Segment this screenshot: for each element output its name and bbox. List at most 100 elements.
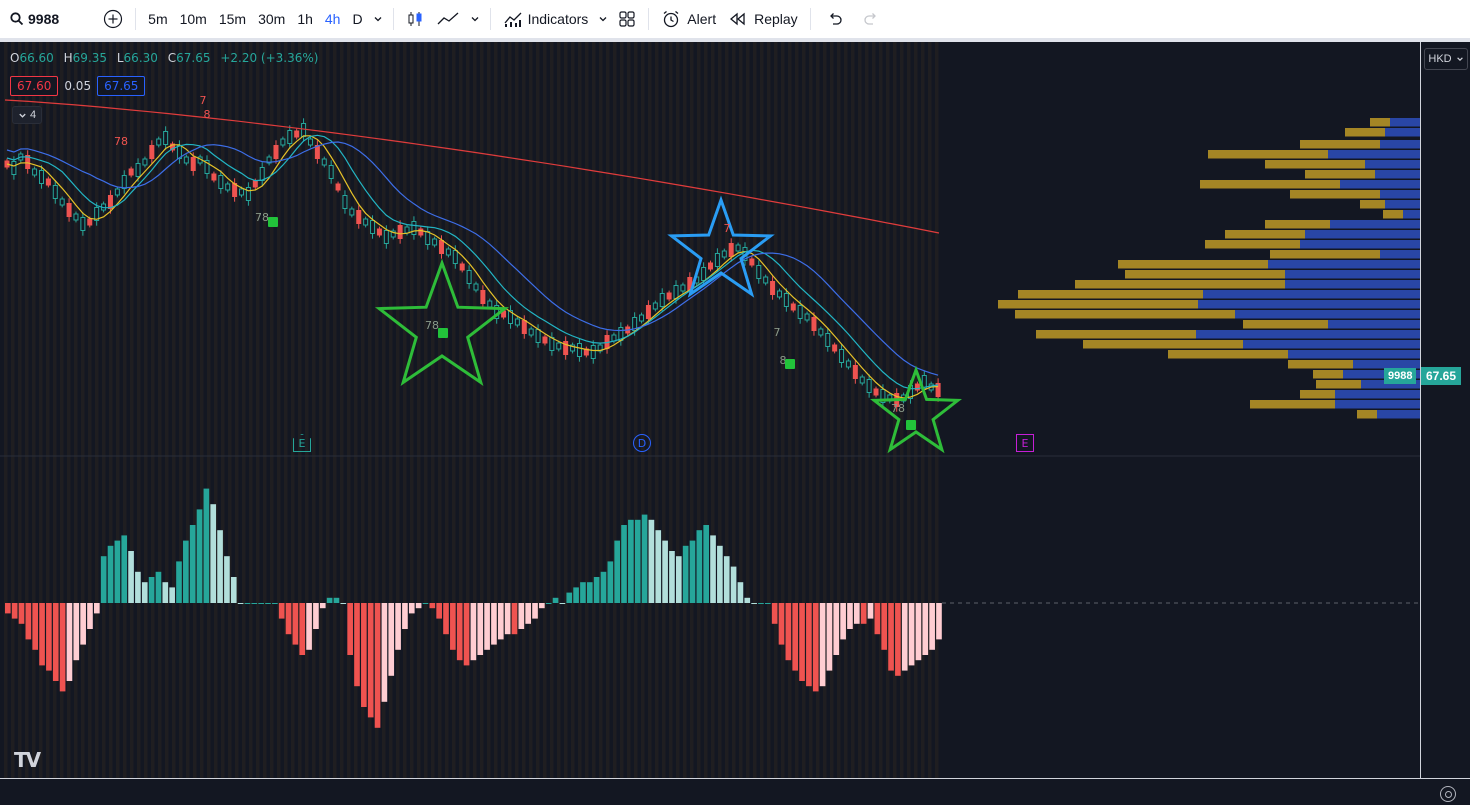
- candle-up: [797, 305, 803, 319]
- layout-button[interactable]: [612, 0, 642, 38]
- session-stripe: [116, 42, 120, 778]
- settings-icon[interactable]: [1440, 786, 1456, 802]
- histogram-bar: [251, 603, 258, 604]
- session-stripe: [641, 42, 645, 778]
- session-stripe: [144, 42, 148, 778]
- histogram-bar: [333, 597, 340, 603]
- high-label: H: [63, 51, 73, 65]
- histogram-bar: [634, 519, 641, 603]
- histogram-bar: [388, 603, 395, 676]
- histogram-bar: [593, 577, 600, 603]
- session-stripe: [914, 42, 918, 778]
- candle-up: [301, 123, 307, 137]
- candle-down: [439, 240, 445, 254]
- currency-selector[interactable]: HKD: [1424, 48, 1468, 70]
- tradingview-logo[interactable]: TV: [14, 748, 41, 772]
- candle-down: [459, 263, 465, 271]
- line-style-button[interactable]: [430, 0, 466, 38]
- candle-up: [183, 156, 189, 164]
- add-circle-icon: [104, 9, 123, 29]
- interval-15m[interactable]: 15m: [213, 11, 252, 27]
- candle-up: [342, 195, 348, 209]
- histogram-bar: [422, 603, 429, 604]
- interval-30m[interactable]: 30m: [252, 11, 291, 27]
- histogram-bar: [847, 603, 853, 629]
- histogram-bar: [744, 597, 751, 603]
- redo-button[interactable]: [853, 0, 889, 38]
- histogram-bar: [306, 603, 312, 650]
- candle-down: [873, 388, 879, 396]
- candles-style-button[interactable]: [400, 0, 430, 38]
- histogram-bar: [272, 603, 278, 604]
- toolbar-divider: [135, 8, 137, 30]
- histogram-bar: [751, 603, 757, 604]
- undo-button[interactable]: [817, 0, 853, 38]
- dividend-event-marker[interactable]: D: [633, 434, 651, 452]
- indicators-button[interactable]: Indicators: [497, 0, 595, 38]
- candle-up: [59, 198, 65, 206]
- candle-up: [425, 231, 431, 245]
- histogram-bar: [929, 603, 935, 650]
- compare-button[interactable]: [97, 0, 129, 38]
- session-stripe: [445, 42, 449, 778]
- replay-label: Replay: [754, 11, 798, 27]
- indicators-dropdown[interactable]: [594, 0, 612, 38]
- candle-up: [287, 130, 293, 144]
- session-stripe: [256, 42, 260, 778]
- session-stripe: [494, 42, 498, 778]
- volume-profile-bar-buy: [1285, 280, 1420, 289]
- candle-down: [294, 130, 300, 138]
- histogram-bar: [730, 566, 737, 603]
- chevron-down-icon: [471, 17, 479, 22]
- candle-up: [776, 290, 782, 298]
- candle-down: [128, 168, 134, 176]
- histogram-bar: [244, 603, 251, 604]
- interval-d[interactable]: D: [346, 11, 368, 27]
- chart-type-dropdown[interactable]: [466, 0, 484, 38]
- session-stripe: [221, 42, 225, 778]
- histogram-bar: [456, 603, 463, 661]
- alert-label: Alert: [687, 11, 717, 27]
- session-stripe: [774, 42, 778, 778]
- session-stripe: [676, 42, 680, 778]
- session-stripe: [438, 42, 442, 778]
- interval-4h[interactable]: 4h: [319, 11, 347, 27]
- sell-price-button[interactable]: 67.60: [10, 76, 59, 96]
- candles-icon: [408, 12, 422, 26]
- chart-canvas[interactable]: 7878787877878: [0, 42, 1470, 805]
- candle-down: [749, 258, 755, 266]
- interval-1h[interactable]: 1h: [291, 11, 319, 27]
- session-stripe: [137, 42, 141, 778]
- td-count-label: 7: [774, 326, 781, 339]
- buy-price-button[interactable]: 67.65: [97, 76, 146, 96]
- candle-up: [783, 293, 789, 307]
- histogram-bar: [196, 509, 203, 603]
- candle-up: [411, 221, 417, 235]
- indicator-collapse-button[interactable]: 4: [12, 106, 42, 124]
- volume-profile-bar-sell: [1243, 320, 1328, 329]
- candle-up: [680, 284, 686, 292]
- volume-profile-bar-buy: [1340, 180, 1420, 189]
- volume-profile-bar-buy: [1380, 190, 1420, 199]
- symbol-search[interactable]: 9988: [0, 0, 65, 38]
- interval-5m[interactable]: 5m: [142, 11, 173, 27]
- histogram-bar: [217, 530, 223, 603]
- earnings-upcoming-marker[interactable]: E: [1016, 434, 1034, 452]
- volume-profile-bar-sell: [1018, 290, 1203, 299]
- session-stripe: [158, 42, 162, 778]
- session-stripe: [452, 42, 456, 778]
- interval-10m[interactable]: 10m: [174, 11, 213, 27]
- candle-up: [370, 220, 376, 234]
- histogram-bar: [504, 603, 511, 635]
- chart-area[interactable]: 78 7 8 78 78 7 7 8 78 O66.60 H69.35 L66.30 C67.6…: [0, 42, 1470, 805]
- replay-button[interactable]: Replay: [722, 0, 804, 38]
- interval-dropdown[interactable]: [369, 0, 387, 38]
- histogram-bar: [326, 597, 333, 603]
- histogram-bar: [258, 603, 264, 604]
- candle-down: [728, 243, 734, 257]
- alert-button[interactable]: Alert: [655, 0, 722, 38]
- volume-profile-bar-buy: [1390, 118, 1420, 127]
- candle-up: [701, 267, 707, 281]
- td-count-label: 7: [200, 94, 207, 107]
- rewind-icon: [730, 12, 745, 26]
